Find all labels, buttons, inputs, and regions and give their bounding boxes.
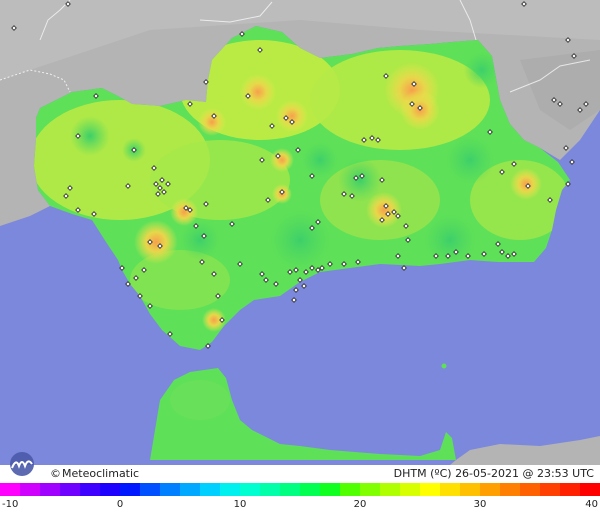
scale-swatch	[0, 483, 20, 496]
scale-swatch	[460, 483, 480, 496]
scale-swatch	[40, 483, 60, 496]
scale-swatch	[260, 483, 280, 496]
scale-tick-label: 10	[233, 499, 247, 510]
scale-swatch	[560, 483, 580, 496]
scale-swatch	[300, 483, 320, 496]
scale-tick-label: 30	[473, 499, 487, 510]
scale-swatch	[580, 483, 600, 496]
copyright-symbol: ©	[50, 467, 61, 480]
scale-swatch	[140, 483, 160, 496]
scale-tick-label: 20	[353, 499, 367, 510]
scale-swatch	[540, 483, 560, 496]
scale-tick-label: 40	[585, 499, 598, 510]
map-view: ©Meteoclimatic DHTM (ºC) 26-05-2021 @ 23…	[0, 0, 600, 517]
scale-swatch	[80, 483, 100, 496]
scale-tick-label: -10	[2, 499, 19, 510]
scale-swatch	[20, 483, 40, 496]
scale-swatch	[380, 483, 400, 496]
scale-swatch	[480, 483, 500, 496]
scale-swatch	[100, 483, 120, 496]
scale-swatch	[520, 483, 540, 496]
scale-swatch	[60, 483, 80, 496]
color-scale	[0, 483, 600, 496]
scale-tick-label: 0	[116, 499, 124, 510]
scale-swatch	[360, 483, 380, 496]
color-scale-labels: -10 0 10 20 30 40	[0, 496, 600, 517]
scale-swatch	[400, 483, 420, 496]
scale-swatch	[440, 483, 460, 496]
scale-swatch	[120, 483, 140, 496]
scale-swatch	[420, 483, 440, 496]
scale-swatch	[320, 483, 340, 496]
scale-swatch	[160, 483, 180, 496]
scale-swatch	[200, 483, 220, 496]
scale-swatch	[220, 483, 240, 496]
scale-swatch	[500, 483, 520, 496]
alboran-island	[441, 363, 447, 369]
meteoclimatic-logo-icon	[4, 448, 44, 476]
temperature-map	[0, 0, 600, 465]
scale-swatch	[180, 483, 200, 496]
credit-text: ©Meteoclimatic	[50, 467, 139, 480]
scale-swatch	[280, 483, 300, 496]
credit-label: Meteoclimatic	[62, 467, 140, 480]
scale-swatch	[340, 483, 360, 496]
map-title: DHTM (ºC) 26-05-2021 @ 23:53 UTC	[393, 467, 594, 480]
scale-swatch	[240, 483, 260, 496]
